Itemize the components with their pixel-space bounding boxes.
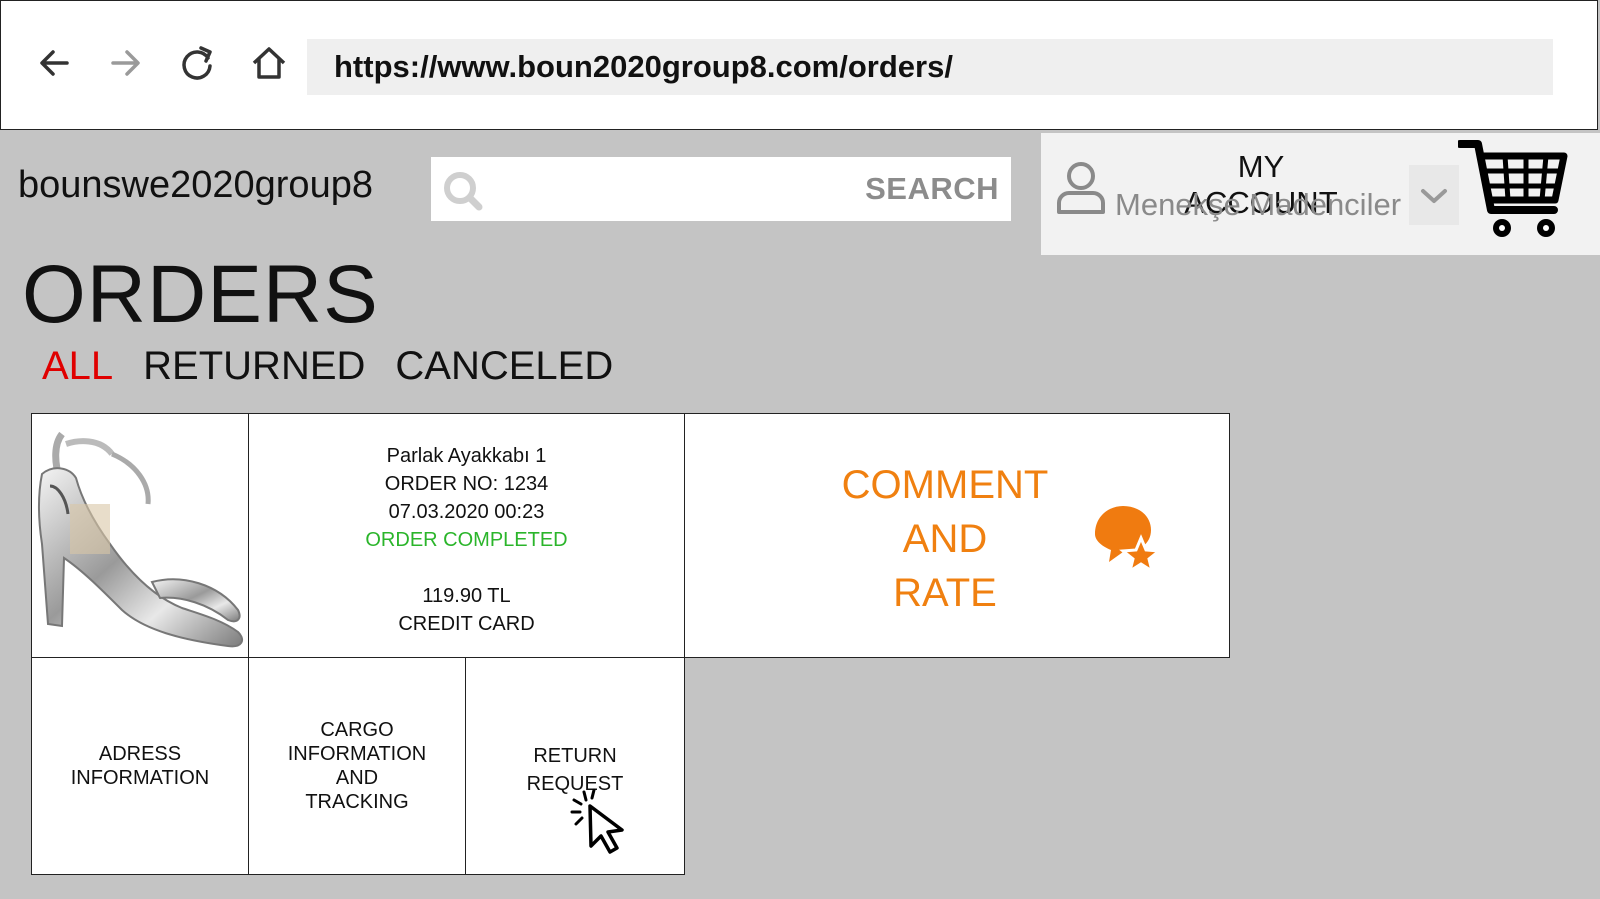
browser-bar: https://www.boun2020group8.com/orders/ <box>0 0 1598 130</box>
url-text: https://www.boun2020group8.com/orders/ <box>334 49 953 84</box>
product-image[interactable] <box>31 413 249 658</box>
search-button[interactable]: SEARCH <box>865 171 999 207</box>
payment-method: CREDIT CARD <box>398 613 535 635</box>
return-request-button[interactable]: RETURN REQUEST <box>465 657 685 875</box>
chevron-down-icon <box>1421 189 1447 203</box>
order-datetime: 07.03.2020 00:23 <box>388 501 545 523</box>
home-icon[interactable] <box>247 41 291 85</box>
order-price: 119.90 TL <box>422 585 511 607</box>
shopping-cart-icon[interactable] <box>1458 138 1568 242</box>
comment-star-icon <box>1095 506 1163 572</box>
order-filter-tabs: ALL RETURNED CANCELED <box>42 344 613 389</box>
cargo-tracking-button[interactable]: CARGO INFORMATION AND TRACKING <box>248 657 466 875</box>
order-details: Parlak Ayakkabı 1 ORDER NO: 1234 07.03.2… <box>248 413 685 658</box>
user-icon <box>1057 162 1105 214</box>
search-icon <box>444 172 483 211</box>
account-dropdown-button[interactable] <box>1409 165 1459 225</box>
comment-and-rate-label: COMMENT AND RATE <box>841 463 1049 615</box>
comment-and-rate-button[interactable]: COMMENT AND RATE <box>684 413 1230 658</box>
tab-returned[interactable]: RETURNED <box>143 344 365 389</box>
silver-sandal-image <box>38 431 244 648</box>
site-logo-text[interactable]: bounswe2020group8 <box>18 164 373 207</box>
tab-canceled[interactable]: CANCELED <box>395 344 613 389</box>
forward-arrow-icon[interactable] <box>103 41 147 85</box>
search-input[interactable]: SEARCH <box>431 157 1011 221</box>
cargo-tracking-label: CARGO INFORMATION AND TRACKING <box>287 719 427 813</box>
refresh-icon[interactable] <box>175 41 219 85</box>
address-information-button[interactable]: ADRESS INFORMATION <box>31 657 249 875</box>
order-status: ORDER COMPLETED <box>365 529 568 551</box>
order-number: ORDER NO: 1234 <box>384 473 549 495</box>
address-bar[interactable]: https://www.boun2020group8.com/orders/ <box>307 39 1553 95</box>
cursor-click-icon <box>570 788 624 854</box>
back-arrow-icon[interactable] <box>33 41 77 85</box>
address-information-label: ADRESS INFORMATION <box>70 743 210 789</box>
account-username: Menekşe Madenciler <box>1115 187 1402 222</box>
page-title: ORDERS <box>22 249 379 340</box>
product-name[interactable]: Parlak Ayakkabı 1 <box>249 442 684 470</box>
tab-all[interactable]: ALL <box>42 344 113 389</box>
